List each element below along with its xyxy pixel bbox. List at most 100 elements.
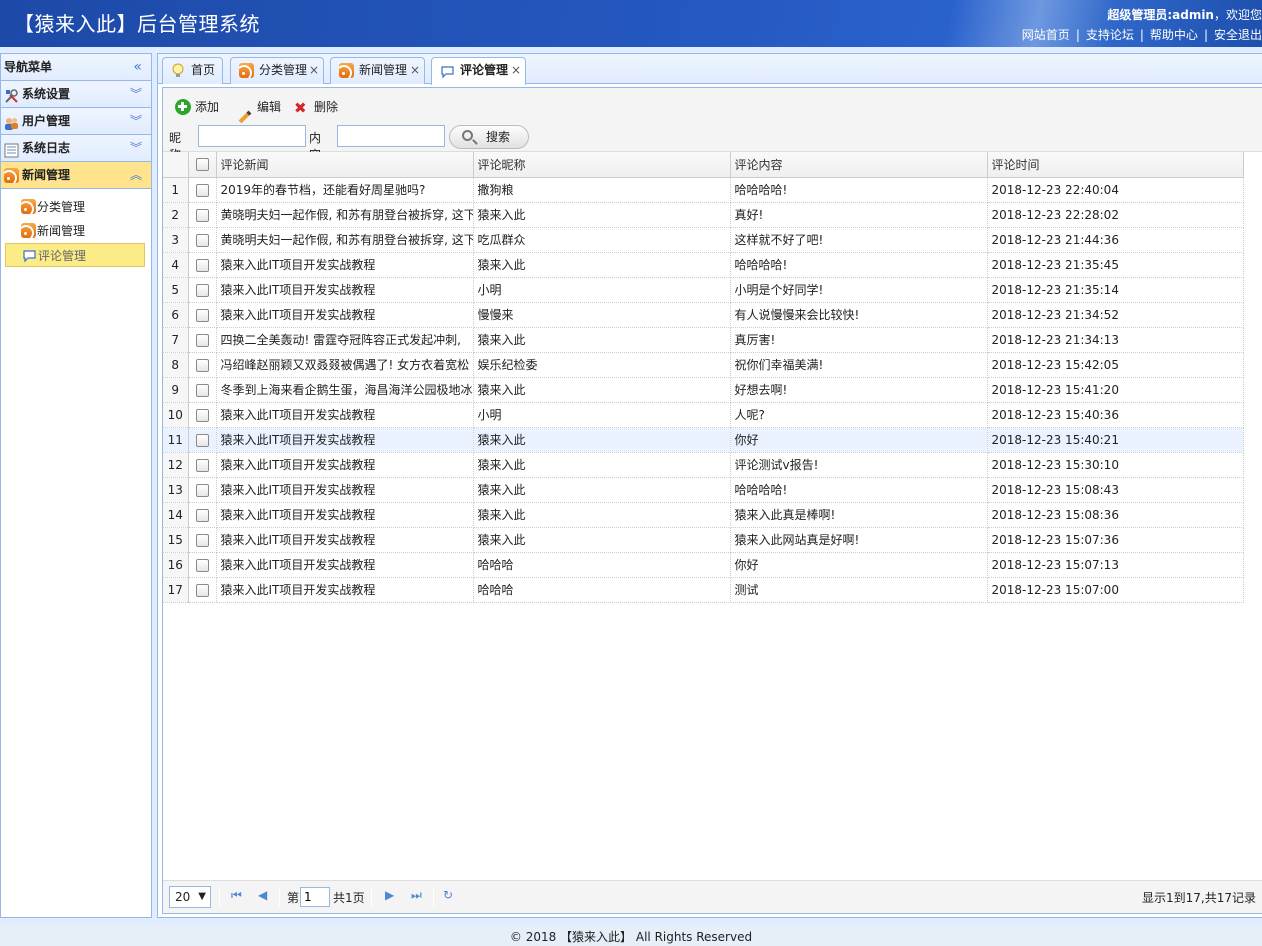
cell-content: 哈哈哈哈! xyxy=(730,252,988,278)
tab-comment-management[interactable]: 评论管理 × xyxy=(431,57,526,85)
content-input[interactable] xyxy=(337,125,445,147)
cell-content: 猿来入此真是棒啊! xyxy=(730,502,988,528)
table-row[interactable]: 15 猿来入此IT项目开发实战教程 猿来入此 猿来入此网站真是好啊! 2018-12-2… xyxy=(163,527,1244,553)
toolbar: 添加 编辑 ✖ 删除 昵称: 内容: 搜索 xyxy=(163,88,1262,162)
row-number: 14 xyxy=(163,502,189,528)
cell-time: 2018-12-23 21:35:14 xyxy=(987,277,1244,303)
edit-button[interactable]: 编辑 xyxy=(237,97,281,124)
cell-content: 有人说慢慢来会比较快! xyxy=(730,302,988,328)
page-number-input[interactable] xyxy=(300,887,330,907)
table-row[interactable]: 8 冯绍峰赵丽颖又双叒叕被偶遇了! 女方衣着宽松 娱乐纪检委 祝你们幸福美满! 2018… xyxy=(163,352,1244,378)
table-row[interactable]: 4 猿来入此IT项目开发实战教程 猿来入此 哈哈哈哈! 2018-12-23 21:35… xyxy=(163,252,1244,278)
table-row[interactable]: 1 2019年的春节档，还能看好周星驰吗? 撒狗粮 哈哈哈哈! 2018-12-23 2… xyxy=(163,177,1244,203)
nav-section-news-management[interactable]: 新闻管理 ︽ xyxy=(1,162,151,189)
cell-nickname: 撒狗粮 xyxy=(473,177,731,203)
search-button[interactable]: 搜索 xyxy=(449,125,529,149)
delete-label: 删除 xyxy=(314,100,339,114)
row-number: 2 xyxy=(163,202,189,228)
page-size-select[interactable]: 20 ▼ xyxy=(169,886,211,908)
nav-section-system-settings[interactable]: 系统设置 ︾ xyxy=(1,81,151,108)
nav-item-category-management[interactable]: 分类管理 xyxy=(1,195,151,219)
nickname-input[interactable] xyxy=(198,125,306,147)
row-checkbox[interactable] xyxy=(188,327,217,353)
row-checkbox[interactable] xyxy=(188,352,217,378)
table-row[interactable]: 3 黄晓明夫妇一起作假, 和苏有朋登台被拆穿, 这下 吃瓜群众 这样就不好了吧! 201… xyxy=(163,227,1244,253)
nav-item-comment-management[interactable]: 评论管理 xyxy=(5,243,145,267)
table-row[interactable]: 2 黄晓明夫妇一起作假, 和苏有朋登台被拆穿, 这下 猿来入此 真好! 2018-12-… xyxy=(163,202,1244,228)
table-row[interactable]: 16 猿来入此IT项目开发实战教程 哈哈哈 你好 2018-12-23 15:07:13 xyxy=(163,552,1244,578)
column-header-news[interactable]: 评论新闻 xyxy=(216,152,474,178)
row-checkbox[interactable] xyxy=(188,527,217,553)
cell-nickname: 猿来入此 xyxy=(473,252,731,278)
prev-page-icon[interactable]: ◀ xyxy=(258,888,267,902)
next-page-icon[interactable]: ▶ xyxy=(385,888,394,902)
table-row[interactable]: 10 猿来入此IT项目开发实战教程 小明 人呢? 2018-12-23 15:40:36 xyxy=(163,402,1244,428)
cell-news: 四换二全美轰动! 雷霆夺冠阵容正式发起冲刺, xyxy=(216,327,474,353)
link-help-center[interactable]: 帮助中心 xyxy=(1150,28,1198,42)
row-checkbox[interactable] xyxy=(188,302,217,328)
last-page-icon[interactable]: ⏭ xyxy=(411,888,422,903)
link-support-forum[interactable]: 支持论坛 xyxy=(1086,28,1134,42)
log-icon xyxy=(4,141,19,158)
row-checkbox[interactable] xyxy=(188,552,217,578)
cell-nickname: 小明 xyxy=(473,402,731,428)
cell-content: 人呢? xyxy=(730,402,988,428)
column-header-content[interactable]: 评论内容 xyxy=(730,152,988,178)
refresh-icon[interactable]: ↻ xyxy=(443,888,453,902)
tab-news-management[interactable]: 新闻管理 × xyxy=(330,57,425,84)
add-button[interactable]: 添加 xyxy=(175,97,219,117)
close-icon[interactable]: × xyxy=(511,58,521,83)
row-checkbox[interactable] xyxy=(188,377,217,403)
table-row[interactable]: 17 猿来入此IT项目开发实战教程 哈哈哈 测试 2018-12-23 15:07:00 xyxy=(163,577,1244,603)
table-row[interactable]: 6 猿来入此IT项目开发实战教程 慢慢来 有人说慢慢来会比较快! 2018-12-23 … xyxy=(163,302,1244,328)
row-checkbox[interactable] xyxy=(188,577,217,603)
row-checkbox[interactable] xyxy=(188,202,217,228)
nav-section-label: 系统设置 xyxy=(22,87,71,101)
close-icon[interactable]: × xyxy=(309,58,319,83)
table-row[interactable]: 13 猿来入此IT项目开发实战教程 猿来入此 哈哈哈哈! 2018-12-23 15:0… xyxy=(163,477,1244,503)
row-checkbox[interactable] xyxy=(188,477,217,503)
row-checkbox[interactable] xyxy=(188,177,217,203)
table-row[interactable]: 5 猿来入此IT项目开发实战教程 小明 小明是个好同学! 2018-12-23 21:3… xyxy=(163,277,1244,303)
row-checkbox[interactable] xyxy=(188,227,217,253)
row-checkbox[interactable] xyxy=(188,402,217,428)
table-row[interactable]: 12 猿来入此IT项目开发实战教程 猿来入此 评论测试v报告! 2018-12-23 1… xyxy=(163,452,1244,478)
search-icon xyxy=(462,130,473,141)
chevron-up-icon: ︽ xyxy=(129,168,142,182)
table-row[interactable]: 11 猿来入此IT项目开发实战教程 猿来入此 你好 2018-12-23 15:40:2… xyxy=(163,427,1244,453)
nav-section-system-log[interactable]: 系统日志 ︾ xyxy=(1,135,151,162)
link-logout[interactable]: 安全退出 xyxy=(1214,28,1262,42)
row-checkbox[interactable] xyxy=(188,502,217,528)
row-number: 4 xyxy=(163,252,189,278)
delete-button[interactable]: ✖ 删除 xyxy=(294,97,338,117)
dropdown-arrow-icon: ▼ xyxy=(198,891,206,902)
first-page-icon[interactable]: ⏮ xyxy=(231,888,242,903)
welcome-user: admin xyxy=(1172,8,1214,22)
cell-news: 猿来入此IT项目开发实战教程 xyxy=(216,502,474,528)
link-site-home[interactable]: 网站首页 xyxy=(1022,28,1070,42)
row-checkbox[interactable] xyxy=(188,427,217,453)
cell-nickname: 吃瓜群众 xyxy=(473,227,731,253)
nav-section-user-management[interactable]: 用户管理 ︾ xyxy=(1,108,151,135)
row-checkbox[interactable] xyxy=(188,452,217,478)
table-row[interactable]: 7 四换二全美轰动! 雷霆夺冠阵容正式发起冲刺, 猿来入此 真厉害! 2018-12-2… xyxy=(163,327,1244,353)
tab-category-management[interactable]: 分类管理 × xyxy=(230,57,324,84)
nav-item-label: 新闻管理 xyxy=(37,224,86,238)
cell-content: 猿来入此网站真是好啊! xyxy=(730,527,988,553)
tab-home[interactable]: 首页 xyxy=(162,57,223,84)
cell-content: 小明是个好同学! xyxy=(730,277,988,303)
collapse-panel-icon[interactable]: « xyxy=(133,54,142,81)
row-checkbox[interactable] xyxy=(188,277,217,303)
column-header-nickname[interactable]: 评论昵称 xyxy=(473,152,731,178)
rss-icon xyxy=(4,168,19,183)
table-row[interactable]: 9 冬季到上海来看企鹅生蛋，海昌海洋公园极地冰 猿来入此 好想去啊! 2018-12-2… xyxy=(163,377,1244,403)
table-row[interactable]: 14 猿来入此IT项目开发实战教程 猿来入此 猿来入此真是棒啊! 2018-12-23 … xyxy=(163,502,1244,528)
cell-time: 2018-12-23 15:07:13 xyxy=(987,552,1244,578)
column-header-time[interactable]: 评论时间 xyxy=(987,152,1244,178)
rss-icon xyxy=(339,63,354,78)
select-all-checkbox[interactable] xyxy=(188,152,217,178)
table-header-row: 评论新闻 评论昵称 评论内容 评论时间 xyxy=(163,152,1244,178)
row-checkbox[interactable] xyxy=(188,252,217,278)
close-icon[interactable]: × xyxy=(410,58,420,83)
nav-item-news-management[interactable]: 新闻管理 xyxy=(1,219,151,243)
